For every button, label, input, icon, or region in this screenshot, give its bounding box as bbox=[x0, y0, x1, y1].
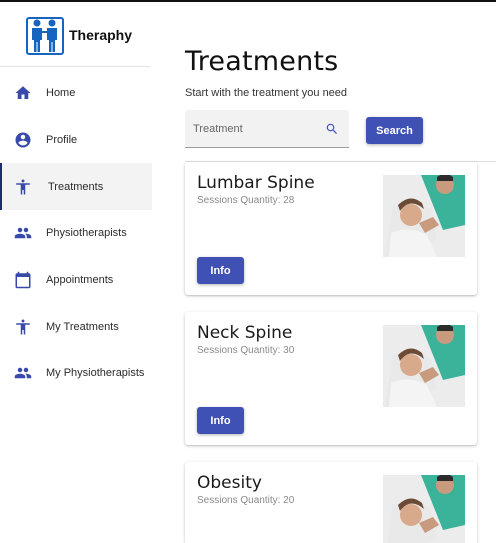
sidebar-item-my-physiotherapists[interactable]: My Physiotherapists bbox=[0, 350, 152, 397]
people-icon bbox=[14, 224, 32, 242]
sidebar-item-label: My Physiotherapists bbox=[46, 367, 145, 380]
sidebar-item-physiotherapists[interactable]: Physiotherapists bbox=[0, 210, 152, 257]
physio-logo-icon bbox=[26, 14, 64, 56]
search-input[interactable] bbox=[185, 110, 315, 147]
sidebar-item-home[interactable]: Home bbox=[0, 70, 152, 117]
sidebar-item-label: Physiotherapists bbox=[46, 227, 127, 240]
brand[interactable]: Theraphy bbox=[26, 12, 132, 58]
treatment-image bbox=[383, 325, 465, 407]
treatment-image bbox=[383, 175, 465, 257]
treatment-card: Lumbar Spine Sessions Quantity: 28 Info bbox=[185, 162, 477, 295]
sidebar-nav: Home Profile Treatments Physiotherapists… bbox=[0, 70, 152, 397]
sidebar-item-label: Treatments bbox=[48, 180, 104, 193]
sidebar: Theraphy Home Profile Treatments Physiot… bbox=[0, 2, 152, 543]
sidebar-item-treatments[interactable]: Treatments bbox=[0, 163, 152, 211]
info-button[interactable]: Info bbox=[197, 257, 244, 284]
accessibility-icon bbox=[14, 318, 32, 336]
sidebar-item-label: My Treatments bbox=[46, 320, 119, 333]
home-icon bbox=[14, 84, 32, 102]
sidebar-item-label: Home bbox=[46, 87, 76, 100]
search-icon[interactable] bbox=[325, 122, 339, 136]
calendar-icon bbox=[14, 271, 32, 289]
sidebar-item-label: Profile bbox=[46, 134, 78, 147]
page-subtitle: Start with the treatment you need bbox=[185, 87, 348, 99]
sessions-quantity: Sessions Quantity: 20 bbox=[197, 495, 295, 506]
brand-name: Theraphy bbox=[69, 27, 133, 43]
treatment-title: Obesity bbox=[197, 473, 262, 493]
account-circle-icon bbox=[14, 131, 32, 149]
search-field[interactable] bbox=[185, 110, 349, 148]
people-icon bbox=[14, 364, 32, 382]
treatment-title: Neck Spine bbox=[197, 323, 293, 343]
sessions-quantity: Sessions Quantity: 28 bbox=[197, 195, 295, 206]
sidebar-item-my-treatments[interactable]: My Treatments bbox=[0, 303, 152, 350]
sidebar-item-appointments[interactable]: Appointments bbox=[0, 257, 152, 304]
accessibility-icon bbox=[14, 178, 32, 196]
treatment-card: Obesity Sessions Quantity: 20 bbox=[185, 462, 477, 543]
info-button[interactable]: Info bbox=[197, 407, 244, 434]
search-button[interactable]: Search bbox=[366, 117, 423, 144]
sessions-quantity: Sessions Quantity: 30 bbox=[197, 345, 295, 356]
sidebar-item-label: Appointments bbox=[46, 274, 114, 287]
treatment-card: Neck Spine Sessions Quantity: 30 Info bbox=[185, 312, 477, 445]
sidebar-item-profile[interactable]: Profile bbox=[0, 117, 152, 164]
treatment-title: Lumbar Spine bbox=[197, 173, 315, 193]
page-title: Treatments bbox=[185, 46, 339, 77]
treatment-image bbox=[383, 475, 465, 543]
brand-divider bbox=[0, 66, 150, 67]
